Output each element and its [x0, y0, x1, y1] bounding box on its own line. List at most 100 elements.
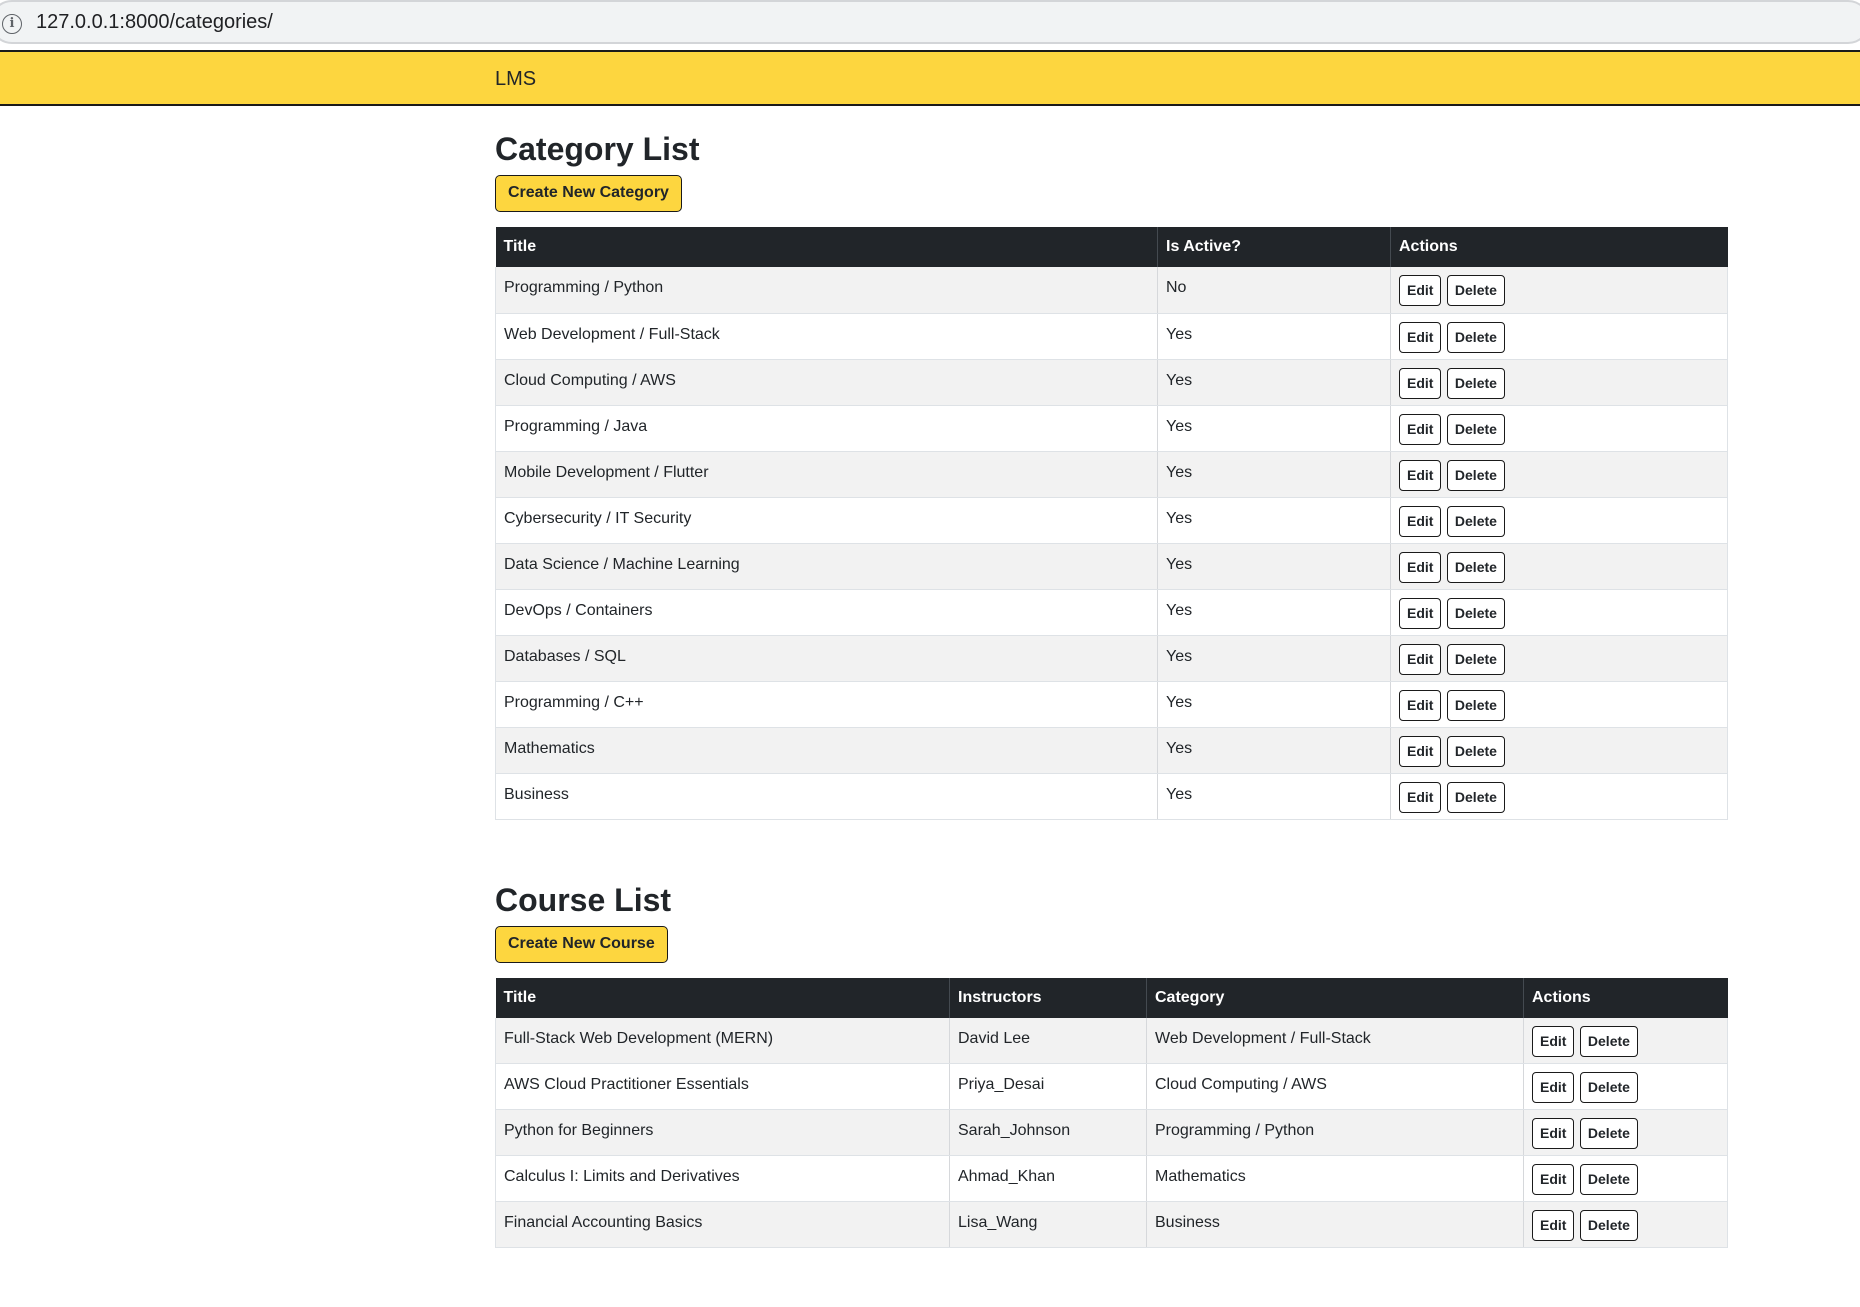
info-icon[interactable]: i: [2, 14, 22, 34]
category-title-cell: Mathematics: [495, 727, 1158, 774]
table-row: Cloud Computing / AWS Yes Edit Delete: [495, 359, 1728, 406]
category-title-cell: Cloud Computing / AWS: [495, 359, 1158, 406]
delete-button[interactable]: Delete: [1446, 459, 1505, 491]
column-header-title: Title: [495, 977, 950, 1018]
table-row: Calculus I: Limits and Derivatives Ahmad_…: [495, 1155, 1728, 1202]
course-table-header: Title Instructors Category Actions: [495, 977, 1728, 1018]
course-title-cell: Financial Accounting Basics: [495, 1201, 950, 1248]
actions-cell: Edit Delete: [1390, 405, 1728, 452]
category-title-cell: DevOps / Containers: [495, 589, 1158, 636]
actions-cell: Edit Delete: [1523, 1201, 1728, 1248]
category-active-cell: Yes: [1157, 405, 1391, 452]
course-table: Title Instructors Category Actions Full-…: [495, 977, 1728, 1248]
actions-cell: Edit Delete: [1390, 727, 1728, 774]
delete-button[interactable]: Delete: [1446, 735, 1505, 767]
column-header-instructors: Instructors: [949, 977, 1147, 1018]
table-row: Full-Stack Web Development (MERN) David L…: [495, 1017, 1728, 1064]
delete-button[interactable]: Delete: [1446, 321, 1505, 353]
delete-button[interactable]: Delete: [1446, 413, 1505, 445]
edit-button[interactable]: Edit: [1532, 1025, 1575, 1057]
delete-button[interactable]: Delete: [1446, 689, 1505, 721]
table-row: Programming / Java Yes Edit Delete: [495, 405, 1728, 452]
edit-button[interactable]: Edit: [1399, 367, 1442, 399]
actions-cell: Edit Delete: [1390, 635, 1728, 682]
table-row: DevOps / Containers Yes Edit Delete: [495, 589, 1728, 636]
create-category-button[interactable]: Create New Category: [495, 175, 682, 212]
edit-button[interactable]: Edit: [1399, 597, 1442, 629]
delete-button[interactable]: Delete: [1446, 643, 1505, 675]
edit-button[interactable]: Edit: [1399, 413, 1442, 445]
edit-button[interactable]: Edit: [1399, 459, 1442, 491]
edit-button[interactable]: Edit: [1399, 321, 1442, 353]
column-header-category: Category: [1146, 977, 1524, 1018]
create-course-button[interactable]: Create New Course: [495, 925, 668, 963]
delete-button[interactable]: Delete: [1579, 1072, 1638, 1103]
table-row: Databases / SQL Yes Edit Delete: [495, 635, 1728, 682]
course-instructor-cell: Lisa_Wang: [949, 1201, 1147, 1248]
category-active-cell: Yes: [1157, 589, 1391, 636]
category-active-cell: Yes: [1157, 727, 1391, 774]
category-title-cell: Databases / SQL: [495, 635, 1158, 682]
edit-button[interactable]: Edit: [1532, 1118, 1575, 1149]
course-category-cell: Web Development / Full-Stack: [1146, 1017, 1524, 1064]
category-table-header: Title Is Active? Actions: [495, 227, 1728, 267]
edit-button[interactable]: Edit: [1532, 1210, 1575, 1241]
category-title-cell: Business: [495, 773, 1158, 820]
edit-button[interactable]: Edit: [1399, 689, 1442, 721]
category-title-cell: Mobile Development / Flutter: [495, 451, 1158, 498]
course-title-cell: Full-Stack Web Development (MERN): [495, 1017, 950, 1064]
course-title-cell: Python for Beginners: [495, 1109, 950, 1156]
address-bar[interactable]: i 127.0.0.1:8000/categories/: [0, 0, 1860, 44]
edit-button[interactable]: Edit: [1532, 1072, 1575, 1103]
actions-cell: Edit Delete: [1390, 313, 1728, 360]
delete-button[interactable]: Delete: [1446, 505, 1505, 537]
category-active-cell: Yes: [1157, 313, 1391, 360]
category-title-cell: Web Development / Full-Stack: [495, 313, 1158, 360]
table-row: Python for Beginners Sarah_Johnson Program…: [495, 1109, 1728, 1156]
course-title-cell: AWS Cloud Practitioner Essentials: [495, 1063, 950, 1110]
category-active-cell: Yes: [1157, 359, 1391, 406]
edit-button[interactable]: Edit: [1399, 643, 1442, 675]
actions-cell: Edit Delete: [1390, 589, 1728, 636]
actions-cell: Edit Delete: [1390, 773, 1728, 820]
edit-button[interactable]: Edit: [1399, 551, 1442, 583]
navbar: LMS: [0, 50, 1860, 106]
edit-button[interactable]: Edit: [1399, 505, 1442, 537]
category-title-cell: Programming / Java: [495, 405, 1158, 452]
navbar-brand[interactable]: LMS: [495, 68, 536, 91]
category-active-cell: Yes: [1157, 773, 1391, 820]
delete-button[interactable]: Delete: [1579, 1118, 1638, 1149]
delete-button[interactable]: Delete: [1446, 597, 1505, 629]
table-row: Mobile Development / Flutter Yes Edit Dele…: [495, 451, 1728, 498]
delete-button[interactable]: Delete: [1446, 275, 1505, 306]
edit-button[interactable]: Edit: [1399, 781, 1442, 813]
actions-cell: Edit Delete: [1390, 543, 1728, 590]
course-list-title: Course List: [495, 881, 672, 918]
column-header-actions: Actions: [1399, 238, 1458, 255]
actions-cell: Edit Delete: [1390, 497, 1728, 544]
edit-button[interactable]: Edit: [1399, 735, 1442, 767]
category-active-cell: No: [1157, 267, 1391, 314]
main-content: Category List Create New Category Title …: [495, 106, 1728, 1248]
delete-button[interactable]: Delete: [1579, 1210, 1638, 1241]
actions-cell: Edit Delete: [1390, 681, 1728, 728]
delete-button[interactable]: Delete: [1579, 1025, 1638, 1057]
edit-button[interactable]: Edit: [1532, 1164, 1575, 1195]
table-row: AWS Cloud Practitioner Essentials Priya_D…: [495, 1063, 1728, 1110]
delete-button[interactable]: Delete: [1579, 1164, 1638, 1195]
category-active-cell: Yes: [1157, 681, 1391, 728]
course-instructor-cell: David Lee: [949, 1017, 1147, 1064]
category-title-cell: Programming / C++: [495, 681, 1158, 728]
category-title-cell: Data Science / Machine Learning: [495, 543, 1158, 590]
table-row: Web Development / Full-Stack Yes Edit Dele…: [495, 313, 1728, 360]
edit-button[interactable]: Edit: [1399, 275, 1442, 306]
table-row: Mathematics Yes Edit Delete: [495, 727, 1728, 774]
actions-cell: Edit Delete: [1390, 267, 1728, 314]
actions-cell: Edit Delete: [1390, 451, 1728, 498]
address-url[interactable]: 127.0.0.1:8000/categories/: [36, 11, 273, 34]
table-row: Cybersecurity / IT Security Yes Edit Delet…: [495, 497, 1728, 544]
delete-button[interactable]: Delete: [1446, 551, 1505, 583]
delete-button[interactable]: Delete: [1446, 781, 1505, 813]
delete-button[interactable]: Delete: [1446, 367, 1505, 399]
column-header-actions: Actions: [1532, 988, 1591, 1006]
